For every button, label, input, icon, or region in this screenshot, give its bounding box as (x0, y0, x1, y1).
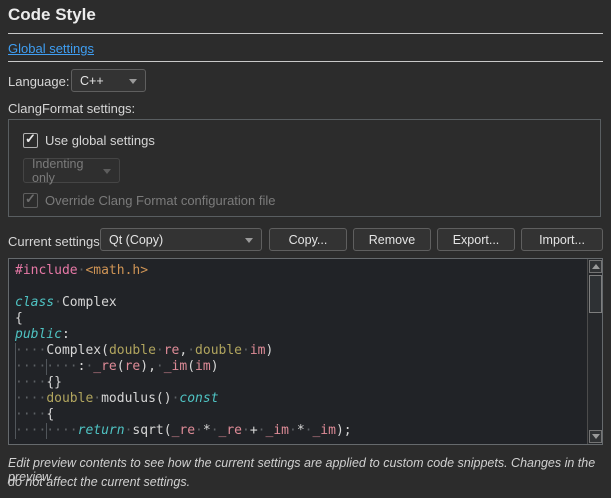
clangformat-mode-select: Indenting only (23, 158, 120, 183)
checkmark-icon: ✓ (25, 131, 36, 147)
current-settings-label: Current settings: (8, 234, 103, 249)
use-global-settings-label: Use global settings (45, 133, 155, 148)
code-content: #include·<math.h> class·Complex{public:·… (15, 263, 586, 439)
code-line: class·Complex (15, 295, 586, 311)
clangformat-group-label: ClangFormat settings: (8, 101, 135, 116)
code-line: public: (15, 327, 586, 343)
import-button[interactable]: Import... (521, 228, 603, 251)
override-config-label: Override Clang Format configuration file (45, 193, 276, 208)
chevron-down-icon (129, 79, 137, 84)
current-settings-value: Qt (Copy) (109, 233, 163, 247)
global-settings-link[interactable]: Global settings (8, 41, 94, 56)
clangformat-groupbox: ✓ Use global settings Indenting only ✓ O… (8, 119, 601, 217)
checkbox-box: ✓ (23, 133, 38, 148)
code-line: ········return·sqrt(_re·*·_re·+·_im·*·_i… (15, 423, 586, 439)
code-line: #include·<math.h> (15, 263, 586, 279)
checkmark-icon: ✓ (25, 191, 36, 207)
remove-button[interactable]: Remove (353, 228, 431, 251)
language-selected-value: C++ (80, 74, 104, 88)
scrollbar-up-button[interactable] (589, 260, 602, 273)
code-preview-editor[interactable]: #include·<math.h> class·Complex{public:·… (8, 258, 603, 445)
page-title: Code Style (8, 5, 96, 25)
code-line: { (15, 311, 586, 327)
code-style-settings-page: Code Style Global settings Language: C++… (0, 0, 611, 498)
clangformat-mode-value: Indenting only (32, 157, 97, 185)
code-line: ····Complex(double·re,·double·im) (15, 343, 586, 359)
footer-note-line2: do not affect the current settings. (8, 475, 605, 489)
scrollbar-thumb[interactable] (589, 275, 602, 313)
code-line: ····{} (15, 375, 586, 391)
vertical-scrollbar[interactable] (587, 259, 602, 444)
language-select[interactable]: C++ (71, 69, 146, 92)
separator (8, 33, 603, 34)
code-line: ····double·modulus()·const (15, 391, 586, 407)
code-line (15, 279, 586, 295)
override-config-checkbox: ✓ Override Clang Format configuration fi… (23, 193, 276, 208)
code-line: ········:·_re(re),·_im(im) (15, 359, 586, 375)
separator (8, 61, 603, 62)
current-settings-select[interactable]: Qt (Copy) (100, 228, 262, 251)
use-global-settings-checkbox[interactable]: ✓ Use global settings (23, 133, 155, 148)
copy-button[interactable]: Copy... (269, 228, 347, 251)
chevron-down-icon (103, 169, 111, 174)
export-button[interactable]: Export... (437, 228, 515, 251)
checkbox-box: ✓ (23, 193, 38, 208)
scrollbar-down-button[interactable] (589, 430, 602, 443)
arrow-down-icon (592, 434, 600, 439)
chevron-down-icon (245, 238, 253, 243)
language-label: Language: (8, 74, 69, 89)
code-line: ····{ (15, 407, 586, 423)
arrow-up-icon (592, 264, 600, 269)
